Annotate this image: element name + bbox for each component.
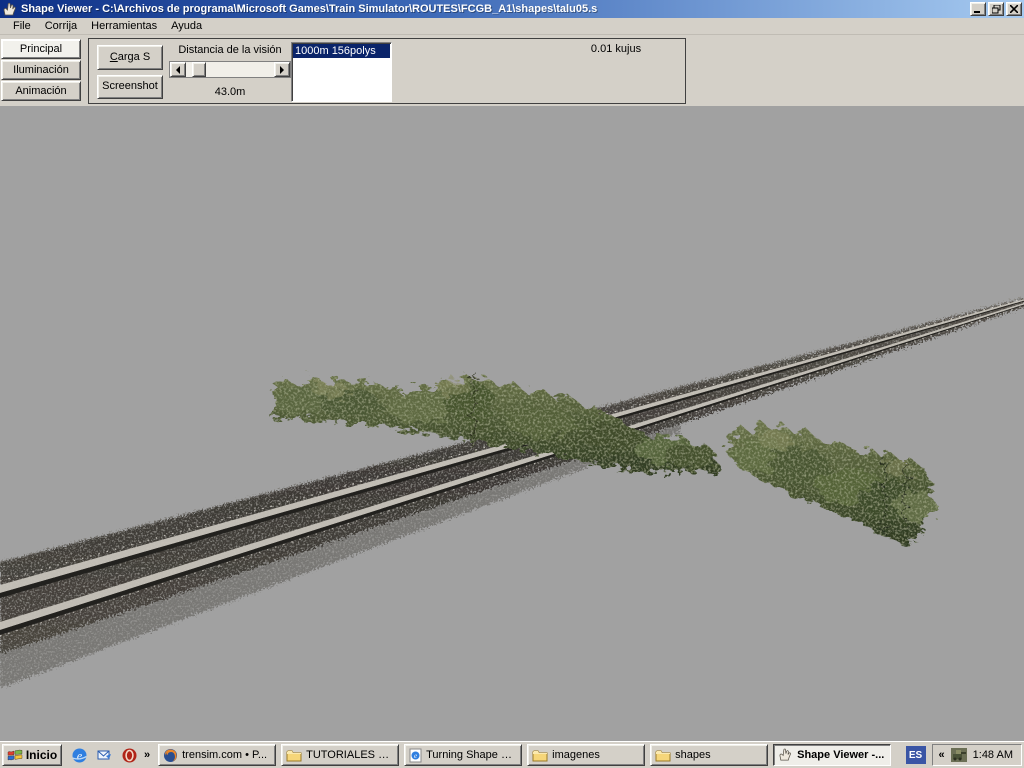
view-distance-slider[interactable] [169, 61, 291, 78]
quick-launch-overflow-chevron[interactable]: » [144, 749, 150, 761]
toolbar-row: Principal Iluminación Animación Carga S … [0, 36, 1024, 106]
window-title: Shape Viewer - C:\Archivos de programa\M… [21, 3, 966, 15]
slider-left-arrow-icon[interactable] [170, 62, 186, 77]
start-label: Inicio [26, 748, 57, 762]
internet-explorer-icon[interactable]: e [70, 746, 88, 764]
folder-icon [532, 749, 548, 762]
scene-canvas [0, 106, 1024, 741]
taskbar: Inicio e » [0, 741, 1024, 768]
svg-text:e: e [76, 748, 82, 762]
view-distance-label: Distancia de la visión [167, 44, 293, 56]
performance-readout: 0.01 kujus [551, 43, 681, 55]
menu-bar: File Corrija Herramientas Ayuda [0, 18, 1024, 35]
firefox-icon [163, 748, 178, 763]
screenshot-button[interactable]: Screenshot [97, 75, 163, 99]
menu-file[interactable]: File [6, 19, 38, 33]
view-distance-value: 43.0m [167, 86, 293, 98]
slider-right-arrow-icon[interactable] [274, 62, 290, 77]
taskbar-item-shapes[interactable]: shapes [650, 744, 768, 766]
system-tray: « 1:48 AM [932, 744, 1022, 766]
taskbar-right-zone: ES « 1:48 AM [906, 744, 1022, 766]
tray-app-icon[interactable] [951, 748, 967, 762]
restore-button[interactable] [988, 2, 1004, 16]
opera-icon[interactable] [120, 746, 138, 764]
shape-viewer-icon [778, 748, 793, 762]
side-tabs: Principal Iluminación Animación [1, 39, 83, 102]
load-shape-button[interactable]: Carga S [97, 45, 163, 70]
taskbar-item-shape-viewer[interactable]: Shape Viewer -... [773, 744, 891, 766]
quick-launch: e [70, 746, 138, 764]
task-buttons: trensim.com • P... TUTORIALES D... e Tur… [158, 744, 891, 766]
minimize-button[interactable] [970, 2, 986, 16]
shape-viewer-app-icon [2, 2, 18, 17]
menu-ayuda[interactable]: Ayuda [164, 19, 209, 33]
taskbar-item-tutoriales[interactable]: TUTORIALES D... [281, 744, 399, 766]
clock[interactable]: 1:48 AM [973, 749, 1013, 761]
folder-icon [655, 749, 671, 762]
menu-corrija[interactable]: Corrija [38, 19, 84, 33]
folder-icon [286, 749, 302, 762]
tab-iluminacion[interactable]: Iluminación [1, 60, 81, 80]
vegetation-hedge-right [726, 422, 935, 544]
language-indicator[interactable]: ES [906, 746, 926, 764]
taskbar-item-imagenes[interactable]: imagenes [527, 744, 645, 766]
lod-listbox[interactable]: 1000m 156polys [291, 42, 392, 102]
tab-animacion[interactable]: Animación [1, 81, 81, 101]
start-button[interactable]: Inicio [2, 744, 62, 766]
tab-principal[interactable]: Principal [1, 39, 81, 59]
close-button[interactable] [1006, 2, 1022, 16]
shape-3d-viewport[interactable] [0, 106, 1024, 741]
outlook-express-icon[interactable] [95, 746, 113, 764]
title-bar[interactable]: Shape Viewer - C:\Archivos de programa\M… [0, 0, 1024, 18]
tool-panel: Carga S Screenshot Distancia de la visió… [88, 38, 686, 104]
menu-herramientas[interactable]: Herramientas [84, 19, 164, 33]
tray-collapse-chevron[interactable]: « [939, 749, 945, 761]
windows-logo-icon [7, 748, 23, 762]
slider-thumb[interactable] [192, 62, 206, 77]
svg-text:e: e [414, 752, 417, 760]
lod-item[interactable]: 1000m 156polys [293, 44, 390, 58]
taskbar-item-trensim[interactable]: trensim.com • P... [158, 744, 276, 766]
taskbar-item-turning-shape[interactable]: e Turning Shape Fi... [404, 744, 522, 766]
ie-document-icon: e [409, 748, 422, 763]
